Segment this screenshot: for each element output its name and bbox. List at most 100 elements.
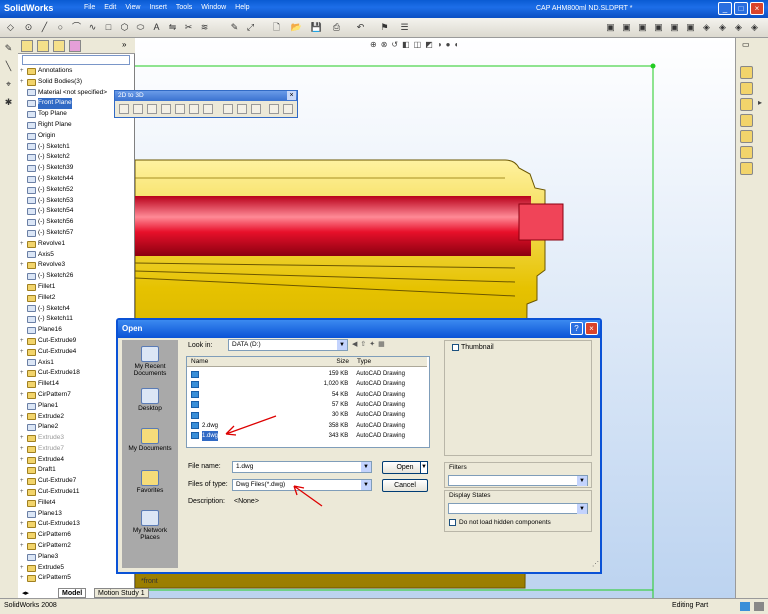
convert-entities-icon[interactable]: ⤢ [244,21,257,34]
expand-toggle[interactable]: + [20,444,27,455]
sketch-tool-icon[interactable]: ✎ [228,21,241,34]
expand-toggle[interactable]: + [20,541,27,552]
line-icon[interactable]: ╱ [38,21,51,34]
expand-toggle[interactable]: + [20,347,27,358]
normal-to-icon[interactable]: ◈ [748,21,761,34]
appearance-icon[interactable]: ● [446,40,451,49]
left-view-icon[interactable] [161,104,171,114]
minimize-button[interactable]: _ [718,2,732,15]
repair-sketch-icon[interactable] [237,104,247,114]
appearances-icon[interactable] [740,162,753,175]
auxiliary-view-icon[interactable] [203,104,213,114]
rectangle-icon[interactable]: □ [102,21,115,34]
menu-tools[interactable]: Tools [176,4,192,11]
expand-toggle[interactable]: + [20,336,27,347]
expand-toggle[interactable]: + [20,519,27,530]
trim-icon[interactable]: ✂ [182,21,195,34]
right-view-icon[interactable] [147,104,157,114]
expand-toggle[interactable]: + [20,412,27,423]
tree-item[interactable]: Fillet2 [20,293,134,304]
tree-item[interactable]: (-) Sketch56 [20,217,134,228]
align-sketch-icon[interactable] [251,104,261,114]
options-icon[interactable]: ☰ [398,21,411,34]
undo-icon[interactable]: ↶ [354,21,367,34]
tree-item[interactable]: (-) Sketch26 [20,271,134,282]
line-tool-icon[interactable]: ╲ [2,60,15,73]
top-view-icon[interactable] [133,104,143,114]
expand-toggle[interactable]: + [20,487,27,498]
section-view-icon[interactable]: ◧ [402,40,410,49]
tree-item[interactable]: + CirPattern5 [20,573,134,584]
features-icon[interactable]: ✱ [2,96,15,109]
tree-item[interactable]: (-) Sketch57 [20,228,134,239]
tree-item[interactable]: (-) Sketch54 [20,206,134,217]
tree-item[interactable]: Fillet1 [20,282,134,293]
tree-item[interactable]: (-) Sketch44 [20,174,134,185]
tab-model[interactable]: Model [58,588,87,598]
tab-motion-study[interactable]: Motion Study 1 [94,588,149,598]
menu-insert[interactable]: Insert [149,4,167,11]
new-document-icon[interactable]: 🗋 [270,21,283,34]
offset-icon[interactable]: ≋ [198,21,211,34]
view-bottom-icon[interactable]: ▣ [684,21,697,34]
menu-edit[interactable]: Edit [104,4,116,11]
text-icon[interactable]: A [150,21,163,34]
front-view-icon[interactable] [119,104,129,114]
spline-icon[interactable]: ∿ [86,21,99,34]
print-icon[interactable]: ⎙ [330,21,343,34]
panel-collapse-icon[interactable]: » [122,40,126,49]
resources-icon[interactable] [740,82,753,95]
view-right-icon[interactable]: ▣ [652,21,665,34]
dimetric-icon[interactable]: ◈ [732,21,745,34]
close-button[interactable]: × [750,2,764,15]
zoom-fit-icon[interactable]: ⊕ [370,40,377,49]
smart-dimension-icon[interactable]: ◇ [4,21,17,34]
circle-icon[interactable]: ○ [54,21,67,34]
configuration-tab-icon[interactable] [53,40,65,52]
hide-show-icon[interactable]: ◑ [437,40,442,49]
tree-item[interactable]: + Revolve3 [20,260,134,271]
feature-filter-input[interactable] [22,55,130,65]
open-document-icon[interactable]: 📂 [290,21,303,34]
tree-item[interactable]: + Annotations [20,66,134,77]
tree-item[interactable]: (-) Sketch1 [20,142,134,153]
tree-item[interactable]: (-) Sketch53 [20,196,134,207]
extrude-icon[interactable] [269,104,279,114]
collapse-arrow-icon[interactable]: ▸ [758,98,762,107]
restore-button[interactable]: □ [734,2,748,15]
tree-item[interactable]: Axis5 [20,250,134,261]
expand-toggle[interactable]: + [20,239,27,250]
tab-scroll-arrows-icon[interactable]: ◂▸ [22,589,29,597]
help-status-icon[interactable] [754,602,764,611]
point-icon[interactable]: ⊙ [22,21,35,34]
menu-window[interactable]: Window [201,4,226,11]
toolbar-close-icon[interactable]: × [287,91,296,100]
expand-toggle[interactable]: + [20,563,27,574]
view-front-icon[interactable]: ▣ [604,21,617,34]
menu-view[interactable]: View [125,4,140,11]
home-icon[interactable] [740,66,753,79]
menu-help[interactable]: Help [235,4,249,11]
new-sketch-icon[interactable] [223,104,233,114]
previous-view-icon[interactable]: ↺ [391,40,398,49]
tree-item[interactable]: (-) Sketch4 [20,304,134,315]
tree-item[interactable]: (-) Sketch39 [20,163,134,174]
view-top-icon[interactable]: ▣ [668,21,681,34]
expand-toggle[interactable]: + [20,368,27,379]
arc-icon[interactable]: ⌒ [70,21,83,34]
display-style-icon[interactable]: ◩ [425,40,433,49]
menu-file[interactable]: File [84,4,95,11]
tree-item[interactable]: (-) Sketch52 [20,185,134,196]
expand-toggle[interactable]: + [20,455,27,466]
view-left-icon[interactable]: ▣ [636,21,649,34]
view-orientation-icon[interactable]: ◫ [414,40,422,49]
file-explorer-icon[interactable] [740,114,753,127]
polygon-icon[interactable]: ⬡ [118,21,131,34]
task-pane-restore-icon[interactable]: ▭ [742,40,750,49]
expand-toggle[interactable]: + [20,390,27,401]
save-icon[interactable]: 💾 [310,21,323,34]
bottom-view-icon[interactable] [175,104,185,114]
ellipse-icon[interactable]: ⬭ [134,21,147,34]
mirror-icon[interactable]: ⇋ [166,21,179,34]
back-view-icon[interactable] [189,104,199,114]
